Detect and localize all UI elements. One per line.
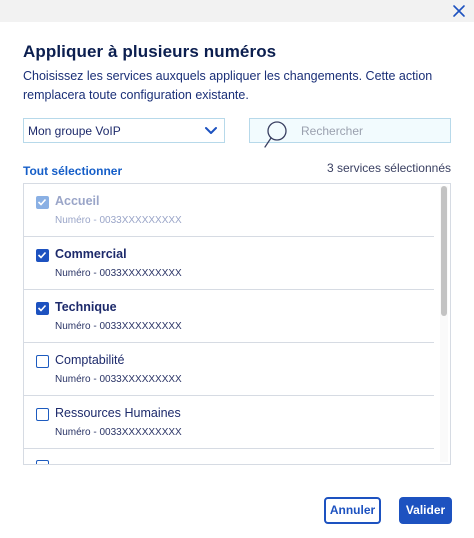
- service-name: Commercial: [55, 247, 127, 261]
- service-name: Accueil: [55, 194, 100, 208]
- close-icon: [453, 5, 465, 17]
- service-checkbox[interactable]: [36, 355, 49, 368]
- service-checkbox[interactable]: [36, 408, 49, 421]
- chevron-down-icon: [205, 127, 217, 134]
- services-list: Accueil Numéro - 0033XXXXXXXXX Commercia…: [23, 183, 451, 465]
- dialog-title: Appliquer à plusieurs numéros: [23, 42, 277, 61]
- service-number: Numéro - 0033XXXXXXXXX: [55, 268, 182, 279]
- list-item[interactable]: Technique Numéro - 0033XXXXXXXXX: [24, 290, 434, 343]
- service-checkbox[interactable]: [36, 460, 49, 464]
- check-icon: [37, 251, 47, 259]
- confirm-button[interactable]: Valider: [399, 497, 452, 524]
- check-icon: [37, 198, 47, 206]
- scrollbar-thumb[interactable]: [441, 186, 447, 316]
- service-number: Numéro - 0033XXXXXXXXX: [55, 374, 182, 385]
- list-item[interactable]: Comptabilité Numéro - 0033XXXXXXXXX: [24, 343, 434, 396]
- close-button[interactable]: [448, 0, 470, 22]
- service-number: Numéro - 0033XXXXXXXXX: [55, 321, 182, 332]
- search-icon: [264, 121, 287, 148]
- service-name: Comptabilité: [55, 353, 125, 367]
- service-name: Technique: [55, 300, 117, 314]
- service-name: Ressources Humaines: [55, 406, 181, 420]
- check-icon: [37, 304, 47, 312]
- list-item[interactable]: Ressources Humaines Numéro - 0033XXXXXXX…: [24, 396, 434, 449]
- service-number: Numéro - 0033XXXXXXXXX: [55, 427, 182, 438]
- dialog-description: Choisissez les services auxquels appliqu…: [23, 69, 433, 102]
- service-checkbox[interactable]: [36, 249, 49, 262]
- search-placeholder: Rechercher: [301, 124, 364, 138]
- service-number: Numéro - 0033XXXXXXXXX: [55, 215, 182, 226]
- cancel-button[interactable]: Annuler: [324, 497, 381, 524]
- service-checkbox[interactable]: [36, 196, 49, 209]
- group-select-value: Mon groupe VoIP: [28, 124, 121, 138]
- group-select[interactable]: Mon groupe VoIP: [23, 118, 225, 143]
- dialog-topbar: [0, 0, 474, 22]
- search-input[interactable]: Rechercher: [249, 118, 451, 148]
- list-item[interactable]: Commercial Numéro - 0033XXXXXXXXX: [24, 237, 434, 290]
- list-item-partial[interactable]: [24, 449, 434, 464]
- service-checkbox[interactable]: [36, 302, 49, 315]
- selected-count: 3 services sélectionnés: [326, 161, 451, 175]
- list-item[interactable]: Accueil Numéro - 0033XXXXXXXXX: [24, 184, 434, 237]
- select-all-link[interactable]: Tout sélectionner: [23, 164, 122, 178]
